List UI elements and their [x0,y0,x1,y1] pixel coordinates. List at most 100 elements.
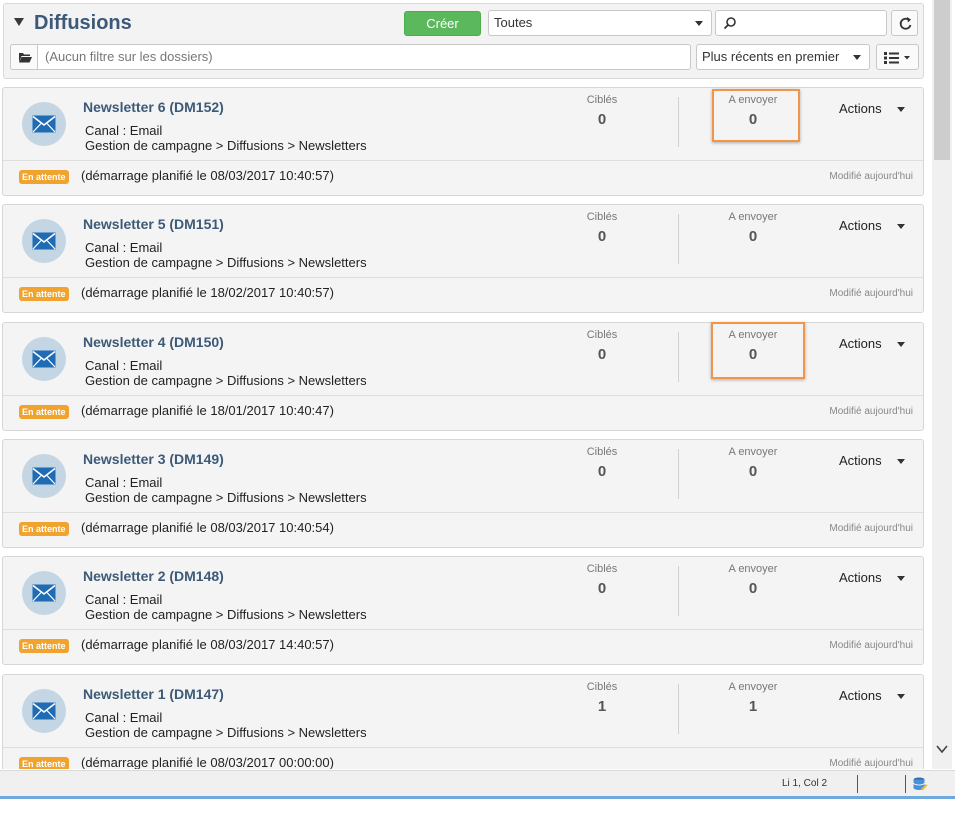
metric-divider [678,332,679,382]
delivery-channel: Canal : Email [85,475,163,490]
targeted-metric: Ciblés 0 [552,211,652,245]
actions-dropdown[interactable]: Actions [839,218,906,233]
delivery-card-footer: En attente (démarrage planifié le 18/02/… [3,277,923,313]
highlight-box [712,89,800,142]
targeted-metric: Ciblés 1 [552,681,652,715]
to-send-count: 0 [748,580,758,597]
targeted-label: Ciblés [586,94,618,106]
to-send-metric: A envoyer 0 [703,446,803,480]
sort-select[interactable]: Plus récents en premier [696,44,870,70]
delivery-folder-path: Gestion de campagne > Diffusions > Newsl… [85,725,367,740]
search-input[interactable] [715,10,887,36]
cursor-position: Li 1, Col 2 [782,778,828,789]
scroll-down-arrow-icon[interactable] [936,743,948,755]
delivery-folder-path: Gestion de campagne > Diffusions > Newsl… [85,490,367,505]
actions-dropdown[interactable]: Actions [839,570,906,585]
status-badge: En attente [19,287,69,301]
schedule-text: (démarrage planifié le 08/03/2017 00:00:… [81,755,334,769]
delivery-card-footer: En attente (démarrage planifié le 08/03/… [3,747,923,769]
scroll-thumb[interactable] [934,0,950,160]
envelope-icon [32,467,56,485]
folder-filter-field[interactable]: (Aucun filtre sur les dossiers) [38,44,691,70]
chevron-down-icon [897,576,906,582]
folder-open-icon [19,53,32,63]
to-send-count: 0 [748,463,758,480]
schedule-text: (démarrage planifié le 18/02/2017 10:40:… [81,285,334,300]
actions-dropdown[interactable]: Actions [839,453,906,468]
schedule-text: (démarrage planifié le 08/03/2017 10:40:… [81,168,334,183]
modified-text: Modifié aujourd'hui [829,288,913,299]
targeted-count: 0 [597,111,607,128]
targeted-count: 0 [597,580,607,597]
list-view-icon [884,52,910,64]
to-send-label: A envoyer [728,681,778,693]
actions-dropdown[interactable]: Actions [839,336,906,351]
to-send-count: 0 [748,228,758,245]
chevron-down-icon [897,694,906,700]
to-send-metric: A envoyer 1 [703,681,803,715]
delivery-title[interactable]: Newsletter 2 (DM148) [83,568,224,584]
targeted-count: 0 [597,463,607,480]
delivery-title[interactable]: Newsletter 6 (DM152) [83,99,224,115]
delivery-card[interactable]: Newsletter 5 (DM151) Canal : Email Gesti… [2,204,924,313]
metric-divider [678,214,679,264]
delivery-card[interactable]: Newsletter 1 (DM147) Canal : Email Gesti… [2,674,924,769]
delivery-channel: Canal : Email [85,358,163,373]
actions-dropdown[interactable]: Actions [839,101,906,116]
modified-text: Modifié aujourd'hui [829,523,913,534]
status-badge: En attente [19,405,69,419]
to-send-label: A envoyer [728,446,778,458]
metric-divider [678,449,679,499]
chevron-down-icon [897,342,906,348]
email-channel-avatar [22,454,66,498]
envelope-icon [32,232,56,250]
status-filter-select[interactable]: Toutes [488,10,712,36]
actions-label: Actions [839,101,882,116]
email-channel-avatar [22,219,66,263]
chevron-down-icon [853,55,861,60]
targeted-label: Ciblés [586,329,618,341]
highlight-box [711,322,805,379]
refresh-icon [899,17,912,30]
delivery-card[interactable]: Newsletter 2 (DM148) Canal : Email Gesti… [2,556,924,665]
page-title: Diffusions [34,12,132,34]
actions-dropdown[interactable]: Actions [839,688,906,703]
delivery-folder-path: Gestion de campagne > Diffusions > Newsl… [85,607,367,622]
vertical-scrollbar[interactable] [932,0,952,769]
database-icon [913,777,928,791]
collapse-triangle-icon[interactable] [14,18,24,26]
chevron-down-icon [897,107,906,113]
envelope-icon [32,584,56,602]
targeted-metric: Ciblés 0 [552,563,652,597]
status-filter-value: Toutes [494,15,533,30]
targeted-label: Ciblés [586,681,618,693]
metric-divider [678,566,679,616]
view-mode-button[interactable] [876,44,919,70]
to-send-metric: A envoyer 0 [703,211,803,245]
schedule-text: (démarrage planifié le 08/03/2017 14:40:… [81,637,334,652]
delivery-card-body: Newsletter 2 (DM148) Canal : Email Gesti… [3,557,923,629]
actions-label: Actions [839,218,882,233]
refresh-button[interactable] [891,10,918,36]
actions-label: Actions [839,453,882,468]
delivery-channel: Canal : Email [85,710,163,725]
actions-label: Actions [839,570,882,585]
delivery-card-footer: En attente (démarrage planifié le 18/01/… [3,395,923,431]
status-separator [905,775,906,793]
schedule-text: (démarrage planifié le 18/01/2017 10:40:… [81,403,334,418]
delivery-card[interactable]: Newsletter 3 (DM149) Canal : Email Gesti… [2,439,924,548]
delivery-title[interactable]: Newsletter 4 (DM150) [83,334,224,350]
delivery-title[interactable]: Newsletter 3 (DM149) [83,451,224,467]
actions-label: Actions [839,688,882,703]
delivery-title[interactable]: Newsletter 1 (DM147) [83,686,224,702]
email-channel-avatar [22,689,66,733]
targeted-metric: Ciblés 0 [552,329,652,363]
folder-button[interactable] [10,44,38,70]
status-badge: En attente [19,170,69,184]
delivery-card-body: Newsletter 3 (DM149) Canal : Email Gesti… [3,440,923,512]
delivery-title[interactable]: Newsletter 5 (DM151) [83,216,224,232]
email-channel-avatar [22,571,66,615]
delivery-channel: Canal : Email [85,123,163,138]
create-button[interactable]: Créer [404,11,481,36]
status-badge: En attente [19,639,69,653]
